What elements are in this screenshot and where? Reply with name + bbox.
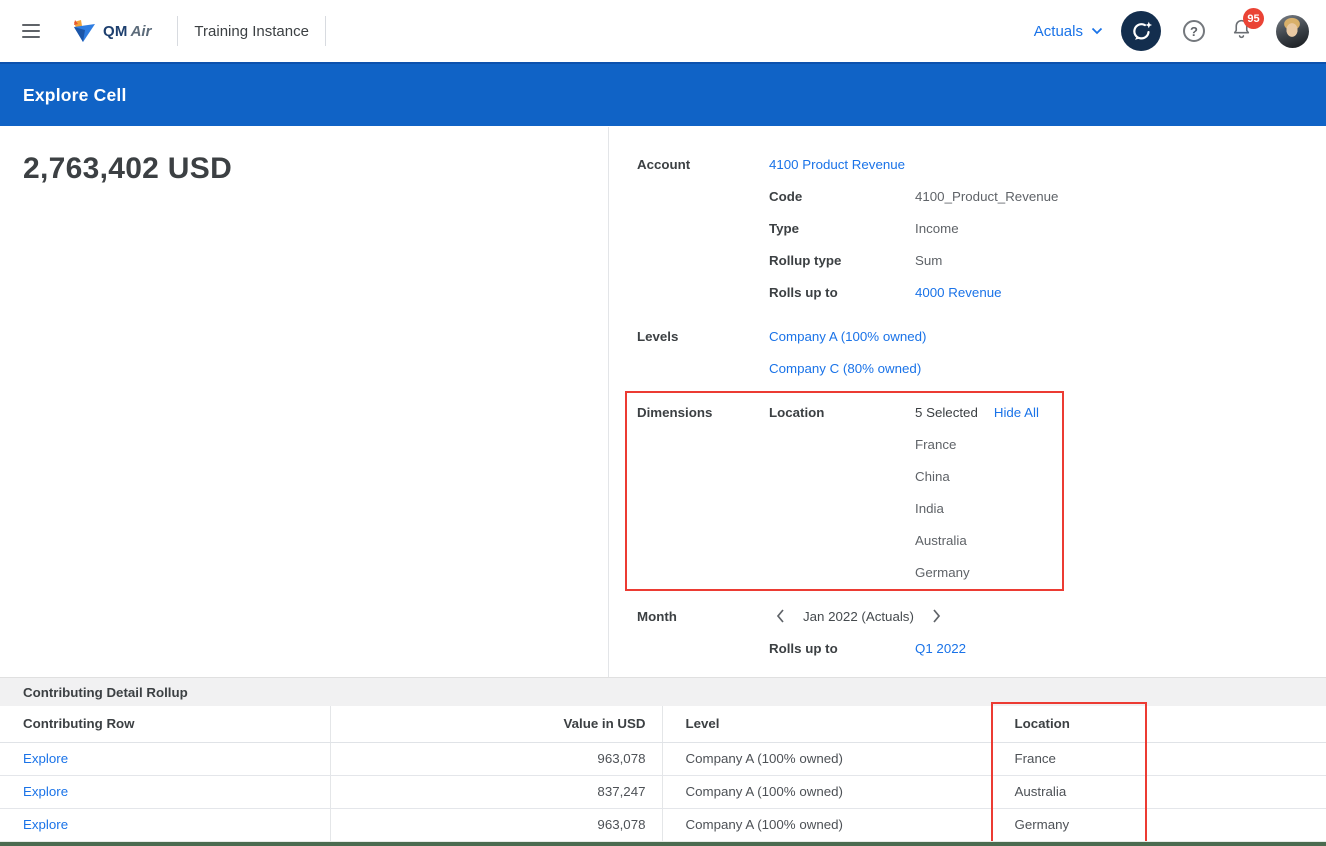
explore-link[interactable]: Explore <box>23 784 68 799</box>
dimension-value: Germany <box>915 565 970 580</box>
chevron-right-icon <box>932 609 941 623</box>
help-icon[interactable]: ? <box>1183 20 1205 42</box>
table-row: Explore 963,078 Company A (100% owned) F… <box>0 742 1326 775</box>
value-cell: 963,078 <box>330 742 662 775</box>
column-header-level: Level <box>662 706 991 742</box>
cell-value: 2,763,402 USD <box>23 152 232 186</box>
rollup-type-label: Rollup type <box>769 253 915 268</box>
page-banner: Explore Cell <box>0 62 1326 126</box>
section-title: Contributing Detail Rollup <box>23 685 188 700</box>
month-label: Month <box>637 609 769 624</box>
code-label: Code <box>769 189 915 204</box>
contributing-rollup-table: Contributing Row Value in USD Level Loca… <box>0 706 1326 842</box>
bottom-window-edge <box>0 841 1326 846</box>
rollup-type-value: Sum <box>915 253 942 268</box>
location-cell: France <box>991 742 1326 775</box>
chevron-left-icon <box>776 609 785 623</box>
account-rolls-up-link[interactable]: 4000 Revenue <box>915 285 1002 300</box>
account-link[interactable]: 4100 Product Revenue <box>769 157 905 172</box>
value-cell: 963,078 <box>330 808 662 841</box>
logo-text-air: Air <box>131 23 152 40</box>
top-header: QM Air Training Instance Actuals ? 95 <box>0 0 1326 62</box>
level-link[interactable]: Company C (80% owned) <box>769 361 921 376</box>
type-label: Type <box>769 221 915 236</box>
chevron-down-icon <box>1091 27 1103 35</box>
column-header-value: Value in USD <box>330 706 662 742</box>
hamburger-menu-icon[interactable] <box>22 24 40 38</box>
account-label: Account <box>637 157 769 172</box>
previous-month-button[interactable] <box>774 607 787 625</box>
month-rolls-up-label: Rolls up to <box>769 641 915 656</box>
account-rolls-up-label: Rolls up to <box>769 285 915 300</box>
levels-label: Levels <box>637 329 769 344</box>
level-cell: Company A (100% owned) <box>662 775 991 808</box>
app-logo[interactable]: QM Air <box>72 19 151 43</box>
main-content: 2,763,402 USD Account 4100 Product Reven… <box>0 126 1326 677</box>
dimension-value: India <box>915 501 944 516</box>
dimension-value: France <box>915 437 956 452</box>
location-cell: Germany <box>991 808 1326 841</box>
refresh-sparkle-icon <box>1130 20 1153 43</box>
header-divider <box>177 16 178 46</box>
table-header-row: Contributing Row Value in USD Level Loca… <box>0 706 1326 742</box>
dimension-value: China <box>915 469 950 484</box>
notification-badge: 95 <box>1243 8 1264 29</box>
column-header-location: Location <box>991 706 1326 742</box>
explore-link[interactable]: Explore <box>23 751 68 766</box>
hide-all-link[interactable]: Hide All <box>994 405 1039 420</box>
dimension-value: Australia <box>915 533 967 548</box>
level-link[interactable]: Company A (100% owned) <box>769 329 926 344</box>
cell-details-panel: Account 4100 Product Revenue Code 4100_P… <box>609 126 1326 664</box>
user-avatar[interactable] <box>1276 15 1309 48</box>
notifications-button[interactable]: 95 <box>1231 17 1252 45</box>
value-cell: 837,247 <box>330 775 662 808</box>
qm-air-logo-icon <box>72 19 98 43</box>
sync-refresh-button[interactable] <box>1121 11 1161 51</box>
explore-link[interactable]: Explore <box>23 817 68 832</box>
column-header-contributing-row: Contributing Row <box>0 706 330 742</box>
dimension-name: Location <box>769 405 915 420</box>
level-cell: Company A (100% owned) <box>662 808 991 841</box>
month-rolls-up-link[interactable]: Q1 2022 <box>915 641 966 656</box>
page-title: Explore Cell <box>23 85 127 106</box>
type-value: Income <box>915 221 959 236</box>
logo-text-qm: QM <box>103 23 128 40</box>
dimensions-label: Dimensions <box>637 405 769 420</box>
table-row: Explore 837,247 Company A (100% owned) A… <box>0 775 1326 808</box>
month-value: Jan 2022 (Actuals) <box>803 609 914 624</box>
header-divider <box>325 16 326 46</box>
scenario-dropdown-label: Actuals <box>1034 23 1083 40</box>
dimension-selected-count: 5 Selected <box>915 405 978 420</box>
scenario-dropdown[interactable]: Actuals <box>1034 23 1103 40</box>
code-value: 4100_Product_Revenue <box>915 189 1058 204</box>
location-cell: Australia <box>991 775 1326 808</box>
instance-name: Training Instance <box>194 23 309 40</box>
table-row: Explore 963,078 Company A (100% owned) G… <box>0 808 1326 841</box>
next-month-button[interactable] <box>930 607 943 625</box>
level-cell: Company A (100% owned) <box>662 742 991 775</box>
section-header: Contributing Detail Rollup <box>0 677 1326 706</box>
